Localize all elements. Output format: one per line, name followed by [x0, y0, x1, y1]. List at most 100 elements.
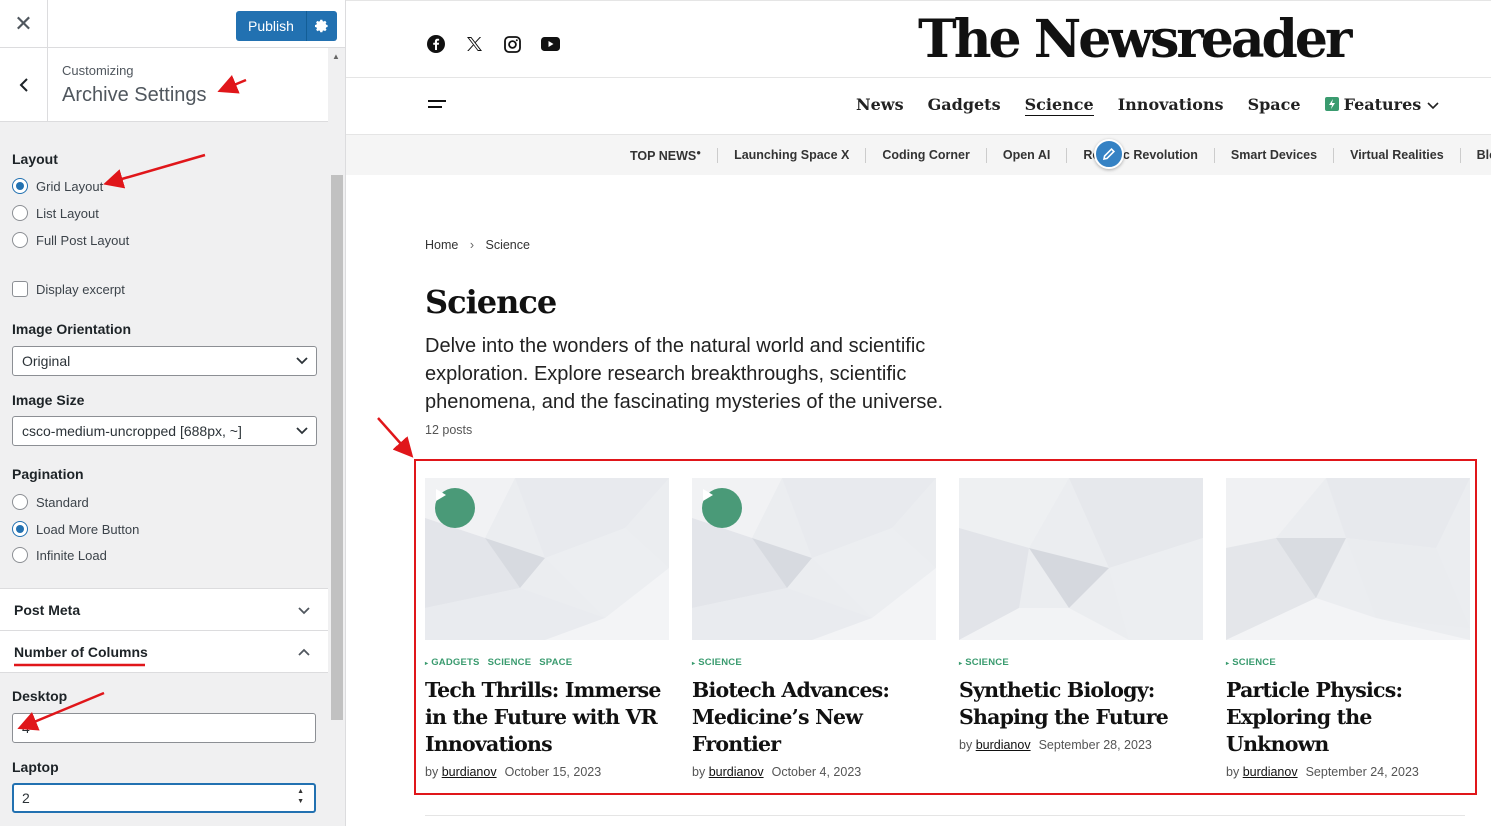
desktop-columns-input[interactable]: 4 [12, 713, 316, 743]
category-link[interactable]: ▸ GADGETS [425, 657, 480, 668]
number-of-columns-accordion[interactable]: Number of Columns [0, 630, 328, 673]
category-link[interactable]: SCIENCE [488, 657, 532, 668]
topic-item[interactable]: Blockchain [1459, 148, 1491, 164]
nav-item-space[interactable]: Space [1248, 95, 1301, 116]
facebook-icon[interactable] [426, 34, 446, 54]
display-excerpt-row[interactable]: Display excerpt [12, 281, 125, 297]
topic-item[interactable]: Launching Space X [717, 148, 865, 164]
category-description: Delve into the wonders of the natural wo… [425, 335, 944, 413]
customizer-topbar: ✕ Publish [0, 0, 345, 48]
chevron-left-icon [19, 78, 28, 92]
nav-item-science[interactable]: Science [1024, 95, 1094, 116]
post-title[interactable]: Tech Thrills: Immerse in the Future with… [425, 677, 669, 758]
radio-button[interactable] [12, 521, 28, 537]
laptop-columns-input[interactable]: 2 ▲ ▼ [12, 783, 316, 813]
radio-button[interactable] [12, 178, 28, 194]
pagination-option-infinite[interactable]: Infinite Load [12, 547, 107, 563]
instagram-icon[interactable] [502, 34, 522, 54]
post-meta-accordion[interactable]: Post Meta [0, 588, 328, 631]
gear-icon [314, 19, 328, 33]
topic-item[interactable]: TOP NEWS● [630, 148, 717, 163]
select-value: csco-medium-uncropped [688px, ~] [22, 423, 242, 439]
breadcrumb-home[interactable]: Home [425, 238, 458, 252]
chevron-up-icon [297, 645, 311, 664]
nav-item-news[interactable]: News [856, 95, 904, 116]
desktop-label: Desktop [12, 688, 68, 704]
post-card[interactable]: ▸ SCIENCE Biotech Advances: Medicine’s Ne… [692, 478, 936, 779]
section-title: Archive Settings [62, 84, 207, 106]
checkbox-label: Display excerpt [36, 281, 125, 297]
post-thumbnail[interactable] [1226, 478, 1470, 640]
site-logo[interactable]: The Newsreader [918, 9, 1352, 70]
nav-item-gadgets[interactable]: Gadgets [928, 95, 1001, 116]
category-label: SCIENCE [698, 657, 742, 668]
category-label: SCIENCE [965, 657, 1009, 668]
input-value: 2 [22, 790, 30, 806]
post-card[interactable]: ▸ SCIENCE Synthetic Biology: Shaping the … [959, 478, 1203, 752]
by-label: by [959, 738, 973, 752]
author-link[interactable]: burdianov [1243, 765, 1298, 779]
chevron-down-icon [1427, 102, 1439, 110]
youtube-icon[interactable] [540, 34, 560, 54]
play-video-button[interactable] [435, 488, 475, 528]
category-label: GADGETS [431, 657, 480, 668]
header-divider [346, 77, 1491, 78]
layout-option-list[interactable]: List Layout [12, 205, 99, 221]
category-link[interactable]: ▸ SCIENCE [1226, 657, 1276, 668]
nav-label: Features [1343, 95, 1422, 114]
display-excerpt-checkbox[interactable] [12, 281, 28, 297]
post-categories: ▸ GADGETS SCIENCE SPACE [425, 657, 669, 668]
publish-settings-button[interactable] [305, 11, 337, 41]
author-link[interactable]: burdianov [709, 765, 764, 779]
topic-item[interactable]: Open AI [985, 148, 1066, 164]
post-thumbnail[interactable] [425, 478, 669, 640]
x-icon[interactable] [464, 34, 484, 54]
trending-topics: TOP NEWS● Launching Space X Coding Corne… [630, 148, 1491, 164]
post-meta: by burdianov October 4, 2023 [692, 765, 936, 779]
nav-item-features[interactable]: Features [1324, 95, 1439, 116]
post-date: September 24, 2023 [1305, 765, 1419, 779]
category-link[interactable]: ▸ SCIENCE [959, 657, 1009, 668]
publish-button[interactable]: Publish [236, 11, 306, 41]
stepper-arrows-icon[interactable]: ▲ ▼ [297, 787, 304, 807]
post-thumbnail[interactable] [959, 478, 1203, 640]
radio-button[interactable] [12, 232, 28, 248]
topic-item[interactable]: Smart Devices [1213, 148, 1333, 164]
image-size-select[interactable]: csco-medium-uncropped [688px, ~] [12, 416, 317, 446]
image-orientation-select[interactable]: Original [12, 346, 317, 376]
radio-label: Load More Button [36, 521, 140, 537]
pagination-option-load-more[interactable]: Load More Button [12, 521, 139, 537]
author-link[interactable]: burdianov [976, 738, 1031, 752]
post-date: October 15, 2023 [504, 765, 602, 779]
scroll-up-arrow-icon[interactable]: ▲ [332, 52, 340, 61]
post-title[interactable]: Particle Physics: Exploring the Unknown [1226, 677, 1470, 758]
radio-button[interactable] [12, 494, 28, 510]
close-icon: ✕ [14, 11, 33, 36]
radio-button[interactable] [12, 205, 28, 221]
category-link[interactable]: SPACE [539, 657, 572, 668]
layout-option-full-post[interactable]: Full Post Layout [12, 232, 129, 248]
author-link[interactable]: burdianov [442, 765, 497, 779]
pagination-option-standard[interactable]: Standard [12, 494, 89, 510]
radio-label: Standard [36, 494, 89, 510]
edit-shortcut-button[interactable] [1094, 139, 1124, 169]
back-button[interactable] [0, 48, 48, 122]
post-title[interactable]: Biotech Advances: Medicine’s New Frontie… [692, 677, 936, 758]
topic-item[interactable]: Coding Corner [865, 148, 986, 164]
scrollbar-thumb[interactable] [331, 175, 343, 720]
nav-item-innovations[interactable]: Innovations [1118, 95, 1224, 116]
topic-item[interactable]: Virtual Realities [1333, 148, 1460, 164]
category-link[interactable]: ▸ SCIENCE [692, 657, 742, 668]
post-card[interactable]: ▸ GADGETS SCIENCE SPACE Tech Thrills: Imm… [425, 478, 669, 779]
laptop-label: Laptop [12, 759, 59, 775]
post-card[interactable]: ▸ SCIENCE Particle Physics: Exploring the… [1226, 478, 1470, 779]
play-video-button[interactable] [702, 488, 742, 528]
radio-button[interactable] [12, 547, 28, 563]
by-label: by [1226, 765, 1240, 779]
post-title[interactable]: Synthetic Biology: Shaping the Future [959, 677, 1203, 731]
topic-item[interactable]: Robotic Revolution [1066, 148, 1214, 164]
post-thumbnail[interactable] [692, 478, 936, 640]
close-customizer-button[interactable]: ✕ [0, 0, 48, 48]
layout-option-grid[interactable]: Grid Layout [12, 178, 103, 194]
menu-icon[interactable] [428, 100, 446, 112]
